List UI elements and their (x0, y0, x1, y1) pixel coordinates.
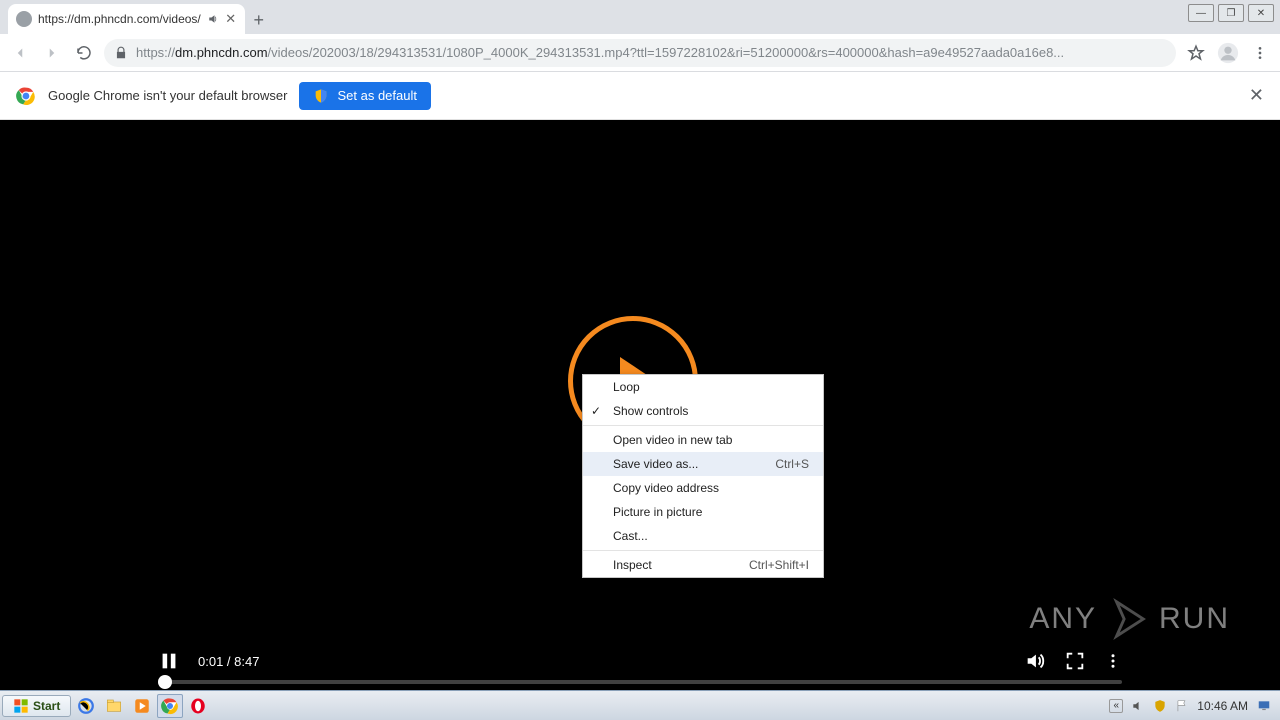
chrome-logo-icon (16, 86, 36, 106)
seek-thumb[interactable] (158, 675, 172, 689)
infobar-message: Google Chrome isn't your default browser (48, 88, 287, 103)
tray-flag-icon[interactable] (1175, 699, 1189, 713)
ctx-label: Save video as... (613, 457, 698, 471)
ctx-label: Copy video address (613, 481, 719, 495)
tab-strip: https://dm.phncdn.com/videos/ ✕ + — ❐ ✕ (0, 0, 1280, 34)
maximize-button[interactable]: ❐ (1218, 4, 1244, 22)
profile-avatar[interactable] (1216, 41, 1240, 65)
watermark-left: ANY (1029, 602, 1097, 636)
watermark-right: RUN (1159, 602, 1230, 636)
check-icon: ✓ (591, 404, 601, 418)
minimize-button[interactable]: — (1188, 4, 1214, 22)
start-button[interactable]: Start (2, 695, 71, 717)
play-hex-icon (1105, 596, 1151, 642)
lock-icon (114, 46, 128, 60)
video-player[interactable]: Loop ✓ Show controls Open video in new t… (0, 120, 1280, 690)
tray-clock[interactable]: 10:46 AM (1197, 699, 1248, 713)
close-tab-icon[interactable]: ✕ (225, 13, 237, 25)
address-bar[interactable]: https://dm.phncdn.com/videos/202003/18/2… (104, 39, 1176, 67)
set-default-button[interactable]: Set as default (299, 82, 431, 110)
default-browser-infobar: Google Chrome isn't your default browser… (0, 72, 1280, 120)
system-tray: « 10:46 AM (1109, 699, 1278, 713)
ctx-cast[interactable]: Cast... (583, 524, 823, 548)
shield-icon (313, 88, 329, 104)
taskbar-explorer-icon[interactable] (101, 694, 127, 718)
tray-expand-icon[interactable]: « (1109, 699, 1123, 713)
taskbar-opera-icon[interactable] (185, 694, 211, 718)
bookmark-star-icon[interactable] (1184, 41, 1208, 65)
ctx-label: Show controls (613, 404, 688, 418)
seek-bar[interactable] (158, 680, 1122, 684)
browser-tab[interactable]: https://dm.phncdn.com/videos/ ✕ (8, 4, 245, 34)
taskbar-wmp-icon[interactable] (129, 694, 155, 718)
tray-shield-icon[interactable] (1153, 699, 1167, 713)
ctx-separator (583, 425, 823, 426)
forward-button[interactable] (40, 41, 64, 65)
taskbar-chrome-icon[interactable] (157, 694, 183, 718)
close-window-button[interactable]: ✕ (1248, 4, 1274, 22)
ctx-label: Picture in picture (613, 505, 702, 519)
globe-icon (16, 11, 32, 27)
ctx-pip[interactable]: Picture in picture (583, 500, 823, 524)
more-options-icon[interactable] (1104, 650, 1122, 672)
taskbar-ie-icon[interactable] (73, 694, 99, 718)
start-label: Start (33, 699, 60, 713)
back-button[interactable] (8, 41, 32, 65)
reload-button[interactable] (72, 41, 96, 65)
set-default-label: Set as default (337, 88, 417, 103)
ctx-shortcut: Ctrl+Shift+I (749, 558, 809, 572)
anyrun-watermark: ANY RUN (1029, 596, 1230, 642)
ctx-save-video-as[interactable]: Save video as... Ctrl+S (583, 452, 823, 476)
ctx-copy-address[interactable]: Copy video address (583, 476, 823, 500)
tab-title: https://dm.phncdn.com/videos/ (38, 12, 201, 26)
window-controls: — ❐ ✕ (1188, 4, 1274, 22)
url-text: https://dm.phncdn.com/videos/202003/18/2… (136, 45, 1064, 60)
ctx-label: Inspect (613, 558, 652, 572)
ctx-shortcut: Ctrl+S (775, 457, 809, 471)
windows-taskbar: Start « 10:46 AM (0, 690, 1280, 720)
browser-toolbar: https://dm.phncdn.com/videos/202003/18/2… (0, 34, 1280, 72)
fullscreen-icon[interactable] (1064, 650, 1086, 672)
ctx-label: Cast... (613, 529, 648, 543)
volume-icon[interactable] (1024, 650, 1046, 672)
ctx-label: Open video in new tab (613, 433, 732, 447)
ctx-loop[interactable]: Loop (583, 375, 823, 399)
chrome-menu-button[interactable] (1248, 41, 1272, 65)
ctx-show-controls[interactable]: ✓ Show controls (583, 399, 823, 423)
ctx-inspect[interactable]: Inspect Ctrl+Shift+I (583, 553, 823, 577)
tray-volume-icon[interactable] (1131, 699, 1145, 713)
speaker-icon[interactable] (207, 13, 219, 25)
pause-button[interactable] (158, 650, 180, 672)
video-controls: 0:01 / 8:47 (158, 642, 1122, 684)
video-context-menu: Loop ✓ Show controls Open video in new t… (582, 374, 824, 578)
tray-monitor-icon[interactable] (1256, 699, 1272, 713)
time-display: 0:01 / 8:47 (198, 654, 259, 669)
infobar-close-icon[interactable]: ✕ (1249, 85, 1264, 106)
ctx-separator (583, 550, 823, 551)
windows-logo-icon (13, 698, 29, 714)
ctx-label: Loop (613, 380, 640, 394)
new-tab-button[interactable]: + (245, 6, 273, 34)
ctx-open-new-tab[interactable]: Open video in new tab (583, 428, 823, 452)
